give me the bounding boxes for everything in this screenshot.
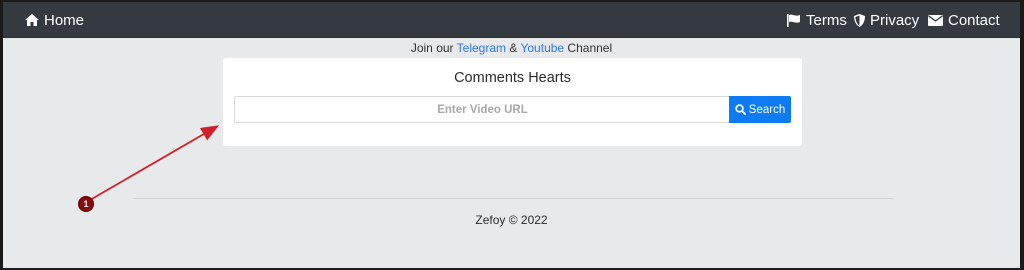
annotation-marker: 1 <box>78 196 94 212</box>
annotation-arrow <box>89 125 220 201</box>
